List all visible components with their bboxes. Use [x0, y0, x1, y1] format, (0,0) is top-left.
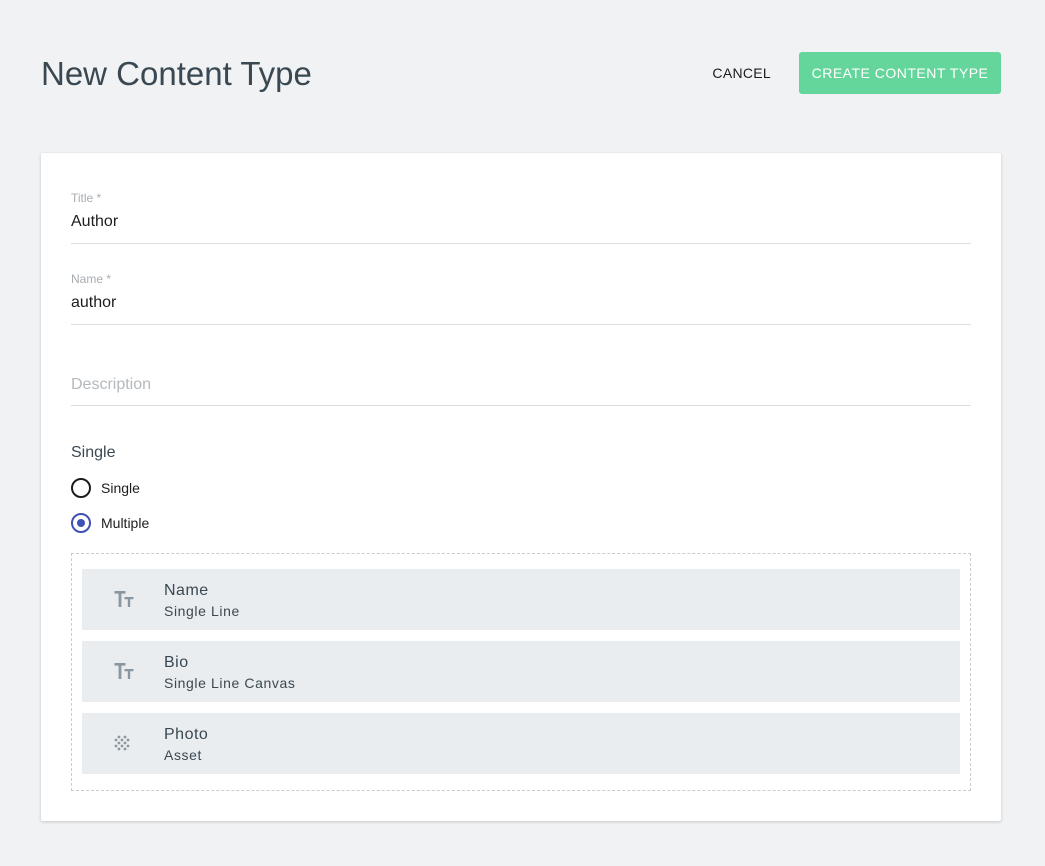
radio-single[interactable] — [71, 478, 91, 498]
field-item-title: Photo — [164, 726, 209, 743]
title-field-label: Title * — [71, 191, 102, 205]
name-field-value[interactable]: author — [71, 294, 116, 312]
fields-list: Name Single Line Bio Single Line Canvas — [71, 553, 971, 791]
asset-dots-icon — [114, 735, 130, 751]
text-format-icon — [114, 591, 134, 607]
text-format-icon — [114, 663, 134, 679]
radio-option-multiple[interactable]: Multiple — [71, 513, 149, 533]
description-field[interactable]: Description — [71, 353, 971, 406]
cancel-button[interactable]: CANCEL — [712, 52, 771, 94]
field-item-title: Bio — [164, 654, 189, 671]
name-field[interactable]: Name * author — [71, 272, 971, 325]
name-field-label: Name * — [71, 272, 112, 286]
page-header: New Content Type CANCEL CREATE CONTENT T… — [41, 52, 1001, 94]
radio-single-label: Single — [101, 480, 140, 496]
radio-option-single[interactable]: Single — [71, 478, 140, 498]
page: New Content Type CANCEL CREATE CONTENT T… — [0, 0, 1045, 866]
create-content-type-button[interactable]: CREATE CONTENT TYPE — [799, 52, 1001, 94]
radio-multiple-label: Multiple — [101, 515, 150, 531]
field-item-photo[interactable]: Photo Asset — [82, 713, 960, 774]
field-item-type: Single Line Canvas — [164, 675, 296, 691]
field-item-name[interactable]: Name Single Line — [82, 569, 960, 630]
description-field-placeholder: Description — [71, 376, 152, 393]
title-field-value[interactable]: Author — [71, 213, 118, 231]
radio-multiple[interactable] — [71, 513, 91, 533]
field-item-type: Asset — [164, 747, 203, 763]
field-item-bio[interactable]: Bio Single Line Canvas — [82, 641, 960, 702]
field-item-title: Name — [164, 582, 209, 599]
field-item-type: Single Line — [164, 603, 240, 619]
title-field[interactable]: Title * Author — [71, 191, 971, 244]
page-title: New Content Type — [41, 55, 312, 92]
cardinality-label: Single — [71, 444, 116, 461]
content-type-form-card: Title * Author Name * author Description… — [41, 153, 1001, 821]
